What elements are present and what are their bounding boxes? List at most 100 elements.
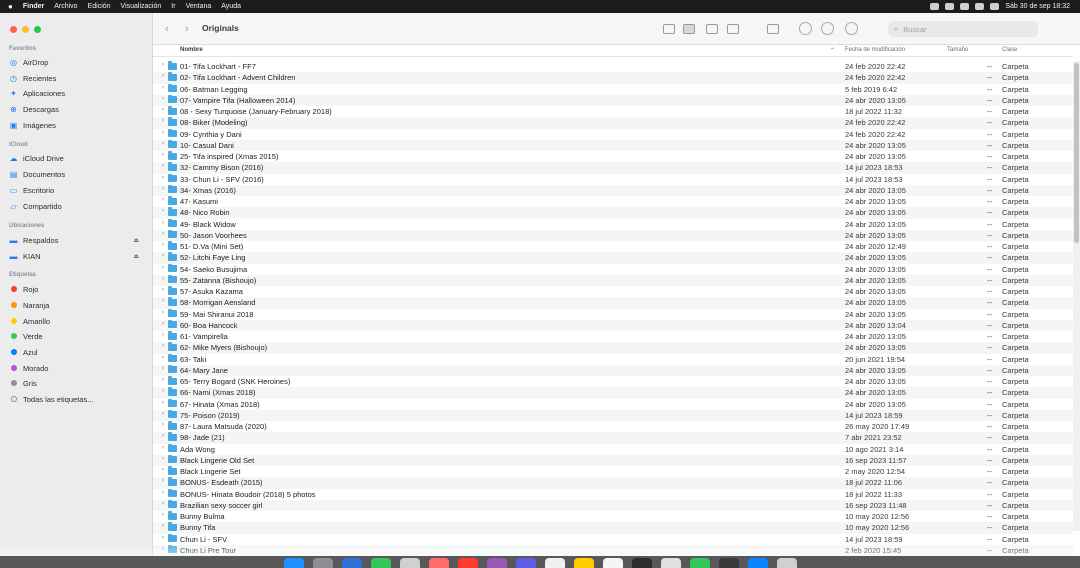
sidebar-tag-morado[interactable]: Morado xyxy=(9,362,149,374)
disclosure-chevron-icon[interactable]: › xyxy=(162,208,164,214)
disclosure-chevron-icon[interactable]: › xyxy=(162,287,164,293)
menu-edicion[interactable]: Edición xyxy=(88,3,111,10)
disclosure-chevron-icon[interactable]: › xyxy=(162,85,164,91)
table-row[interactable]: › 75- Poison (2019) 14 jul 2023 18:59 -- Car… xyxy=(153,409,1073,421)
menu-finder[interactable]: Finder xyxy=(23,3,44,10)
column-kind[interactable]: Clase xyxy=(1002,47,1017,53)
disclosure-chevron-icon[interactable]: › xyxy=(162,377,164,383)
sidebar-tag-rojo[interactable]: Rojo xyxy=(9,283,149,295)
wifi-icon[interactable] xyxy=(945,3,955,10)
disclosure-chevron-icon[interactable]: › xyxy=(162,388,164,394)
disclosure-chevron-icon[interactable]: › xyxy=(162,546,164,552)
dock-app-icon[interactable] xyxy=(660,558,681,568)
table-row[interactable]: › 08- Biker (Modeling) 24 feb 2020 22:42 --… xyxy=(153,117,1073,129)
table-row[interactable]: › 51- D.Va (Mini Set) 24 abr 2020 12:49 -- C… xyxy=(153,241,1073,252)
table-row[interactable]: › BONUS- Hinata Boudoir (2018) 5 photos 18… xyxy=(153,488,1073,500)
table-row[interactable]: › 63- Taki 20 jun 2021 19:54 -- Carpeta xyxy=(153,353,1073,365)
sidebar-item-aplicaciones[interactable]: ✦ Aplicaciones xyxy=(9,87,149,99)
disclosure-chevron-icon[interactable]: › xyxy=(162,231,164,237)
disclosure-chevron-icon[interactable]: › xyxy=(162,107,164,113)
column-view-button[interactable] xyxy=(706,24,718,34)
disclosure-chevron-icon[interactable]: › xyxy=(162,62,164,68)
dock-app-icon[interactable] xyxy=(283,558,304,568)
table-row[interactable]: › 58- Morrigan Aensland 24 abr 2020 13:05 -… xyxy=(153,297,1073,309)
sidebar-item-recientes[interactable]: ◷ Recientes xyxy=(9,72,149,84)
dock-app-icon[interactable] xyxy=(370,558,391,568)
disclosure-chevron-icon[interactable]: › xyxy=(162,512,164,518)
disclosure-chevron-icon[interactable]: › xyxy=(162,332,164,338)
disclosure-chevron-icon[interactable]: › xyxy=(162,197,164,203)
disclosure-chevron-icon[interactable]: › xyxy=(162,310,164,316)
dock-app-icon[interactable] xyxy=(457,558,478,568)
zoom-window-button[interactable] xyxy=(34,26,41,33)
table-row[interactable]: › Chun Li Pre Tour 2 feb 2020 15:45 -- Carpe… xyxy=(153,544,1073,556)
table-row[interactable]: › 47- Kasumi 24 abr 2020 13:05 -- Carpeta xyxy=(153,196,1073,207)
table-row[interactable]: › 10- Casual Dani 24 abr 2020 13:05 -- Carpe… xyxy=(153,139,1073,151)
table-row[interactable]: › 62- Mike Myers (Bishoujo) 24 abr 2020 13… xyxy=(153,342,1073,354)
table-row[interactable]: › 06- Batman Legging 5 feb 2019 6:42 -- Carp… xyxy=(153,83,1073,95)
table-row[interactable]: › 66- Nami (Xmas 2018) 24 abr 2020 13:05 --… xyxy=(153,387,1073,399)
disclosure-chevron-icon[interactable]: › xyxy=(162,535,164,541)
sidebar-all-tags[interactable]: Todas las etiquetas... xyxy=(9,393,149,405)
disclosure-chevron-icon[interactable]: › xyxy=(162,73,164,79)
table-row[interactable]: › Bunny Tifa 10 may 2020 12:56 -- Carpeta xyxy=(153,522,1073,534)
group-button[interactable] xyxy=(767,24,779,34)
dock-app-icon[interactable] xyxy=(776,558,797,568)
disclosure-chevron-icon[interactable]: › xyxy=(162,343,164,349)
search-field[interactable]: ⌕ Buscar xyxy=(888,21,1038,37)
dock-app-icon[interactable] xyxy=(515,558,536,568)
status-icon[interactable] xyxy=(930,3,940,10)
disclosure-chevron-icon[interactable]: › xyxy=(162,220,164,226)
sidebar-item-imagenes[interactable]: ▣ Imágenes xyxy=(9,119,149,131)
dock-app-icon[interactable] xyxy=(718,558,739,568)
disclosure-chevron-icon[interactable]: › xyxy=(162,490,164,496)
table-row[interactable]: › 52- Litchi Faye Ling 24 abr 2020 13:05 --… xyxy=(153,252,1073,264)
gallery-view-button[interactable] xyxy=(727,24,739,34)
dock-app-icon[interactable] xyxy=(602,558,623,568)
disclosure-chevron-icon[interactable]: › xyxy=(162,445,164,451)
disclosure-chevron-icon[interactable]: › xyxy=(162,467,164,473)
tag-icon[interactable] xyxy=(821,22,834,35)
column-date[interactable]: Fecha de modificación xyxy=(845,47,905,53)
menu-ir[interactable]: Ir xyxy=(171,3,175,10)
dock-app-icon[interactable] xyxy=(544,558,565,568)
spotlight-icon[interactable] xyxy=(975,3,985,10)
menu-clock[interactable]: Sáb 30 de sep 18:32 xyxy=(1005,3,1070,10)
menu-ventana[interactable]: Ventana xyxy=(186,3,212,10)
sidebar-item-documentos[interactable]: ▤ Documentos xyxy=(9,168,149,180)
disclosure-chevron-icon[interactable]: › xyxy=(162,355,164,361)
disclosure-chevron-icon[interactable]: › xyxy=(162,130,164,136)
disclosure-chevron-icon[interactable]: › xyxy=(162,422,164,428)
disclosure-chevron-icon[interactable]: › xyxy=(162,152,164,158)
table-row[interactable]: › Black Lingerie Old Set 16 sep 2023 11:57… xyxy=(153,454,1073,466)
disclosure-chevron-icon[interactable]: › xyxy=(162,96,164,102)
table-row[interactable]: › Chun Li - SFV 14 jul 2023 18:59 -- Carpeta xyxy=(153,533,1073,545)
disclosure-chevron-icon[interactable]: › xyxy=(162,321,164,327)
table-row[interactable]: › 49- Black Widow 24 abr 2020 13:05 -- Carpe… xyxy=(153,218,1073,230)
sort-chevron-icon[interactable]: ⌃ xyxy=(830,47,835,54)
table-row[interactable]: › 02- Tifa Lockhart - Advent Children 24 f… xyxy=(153,72,1073,84)
dock-app-icon[interactable] xyxy=(631,558,652,568)
disclosure-chevron-icon[interactable]: › xyxy=(162,501,164,507)
dock-app-icon[interactable] xyxy=(428,558,449,568)
sidebar-item-descargas[interactable]: ⊕ Descargas xyxy=(9,103,149,115)
sidebar-tag-verde[interactable]: Verde xyxy=(9,330,149,342)
table-row[interactable]: › 54- Saeko Busujima 24 abr 2020 13:05 -- Ca… xyxy=(153,263,1073,275)
sidebar-item-icloud-drive[interactable]: ☁ iCloud Drive xyxy=(9,152,149,164)
close-window-button[interactable] xyxy=(10,26,17,33)
scrollbar[interactable] xyxy=(1073,61,1080,531)
disclosure-chevron-icon[interactable]: › xyxy=(162,478,164,484)
table-row[interactable]: › Ada Wong 10 ago 2021 3:14 -- Carpeta xyxy=(153,443,1073,455)
disclosure-chevron-icon[interactable]: › xyxy=(162,366,164,372)
table-row[interactable]: › 50- Jason Voorhees 24 abr 2020 13:05 -- Ca… xyxy=(153,229,1073,241)
scrollbar-thumb[interactable] xyxy=(1074,63,1079,243)
table-row[interactable]: › 55- Zatanna (Bishoujo) 24 abr 2020 13:05… xyxy=(153,274,1073,286)
table-row[interactable]: › 60- Boa Hancock 24 abr 2020 13:04 -- Carpe… xyxy=(153,319,1073,331)
dock-app-icon[interactable] xyxy=(747,558,768,568)
column-size[interactable]: Tamaño xyxy=(947,47,968,53)
table-row[interactable]: › 34- Xmas (2016) 24 abr 2020 13:05 -- Carpe… xyxy=(153,184,1073,196)
sidebar-item-kian[interactable]: ▬ KIAN ⏏ xyxy=(9,250,149,262)
dock-app-icon[interactable] xyxy=(486,558,507,568)
table-row[interactable]: › 09- Cynthia y Dani 24 feb 2020 22:42 -- Ca… xyxy=(153,128,1073,140)
dock-app-icon[interactable] xyxy=(312,558,333,568)
